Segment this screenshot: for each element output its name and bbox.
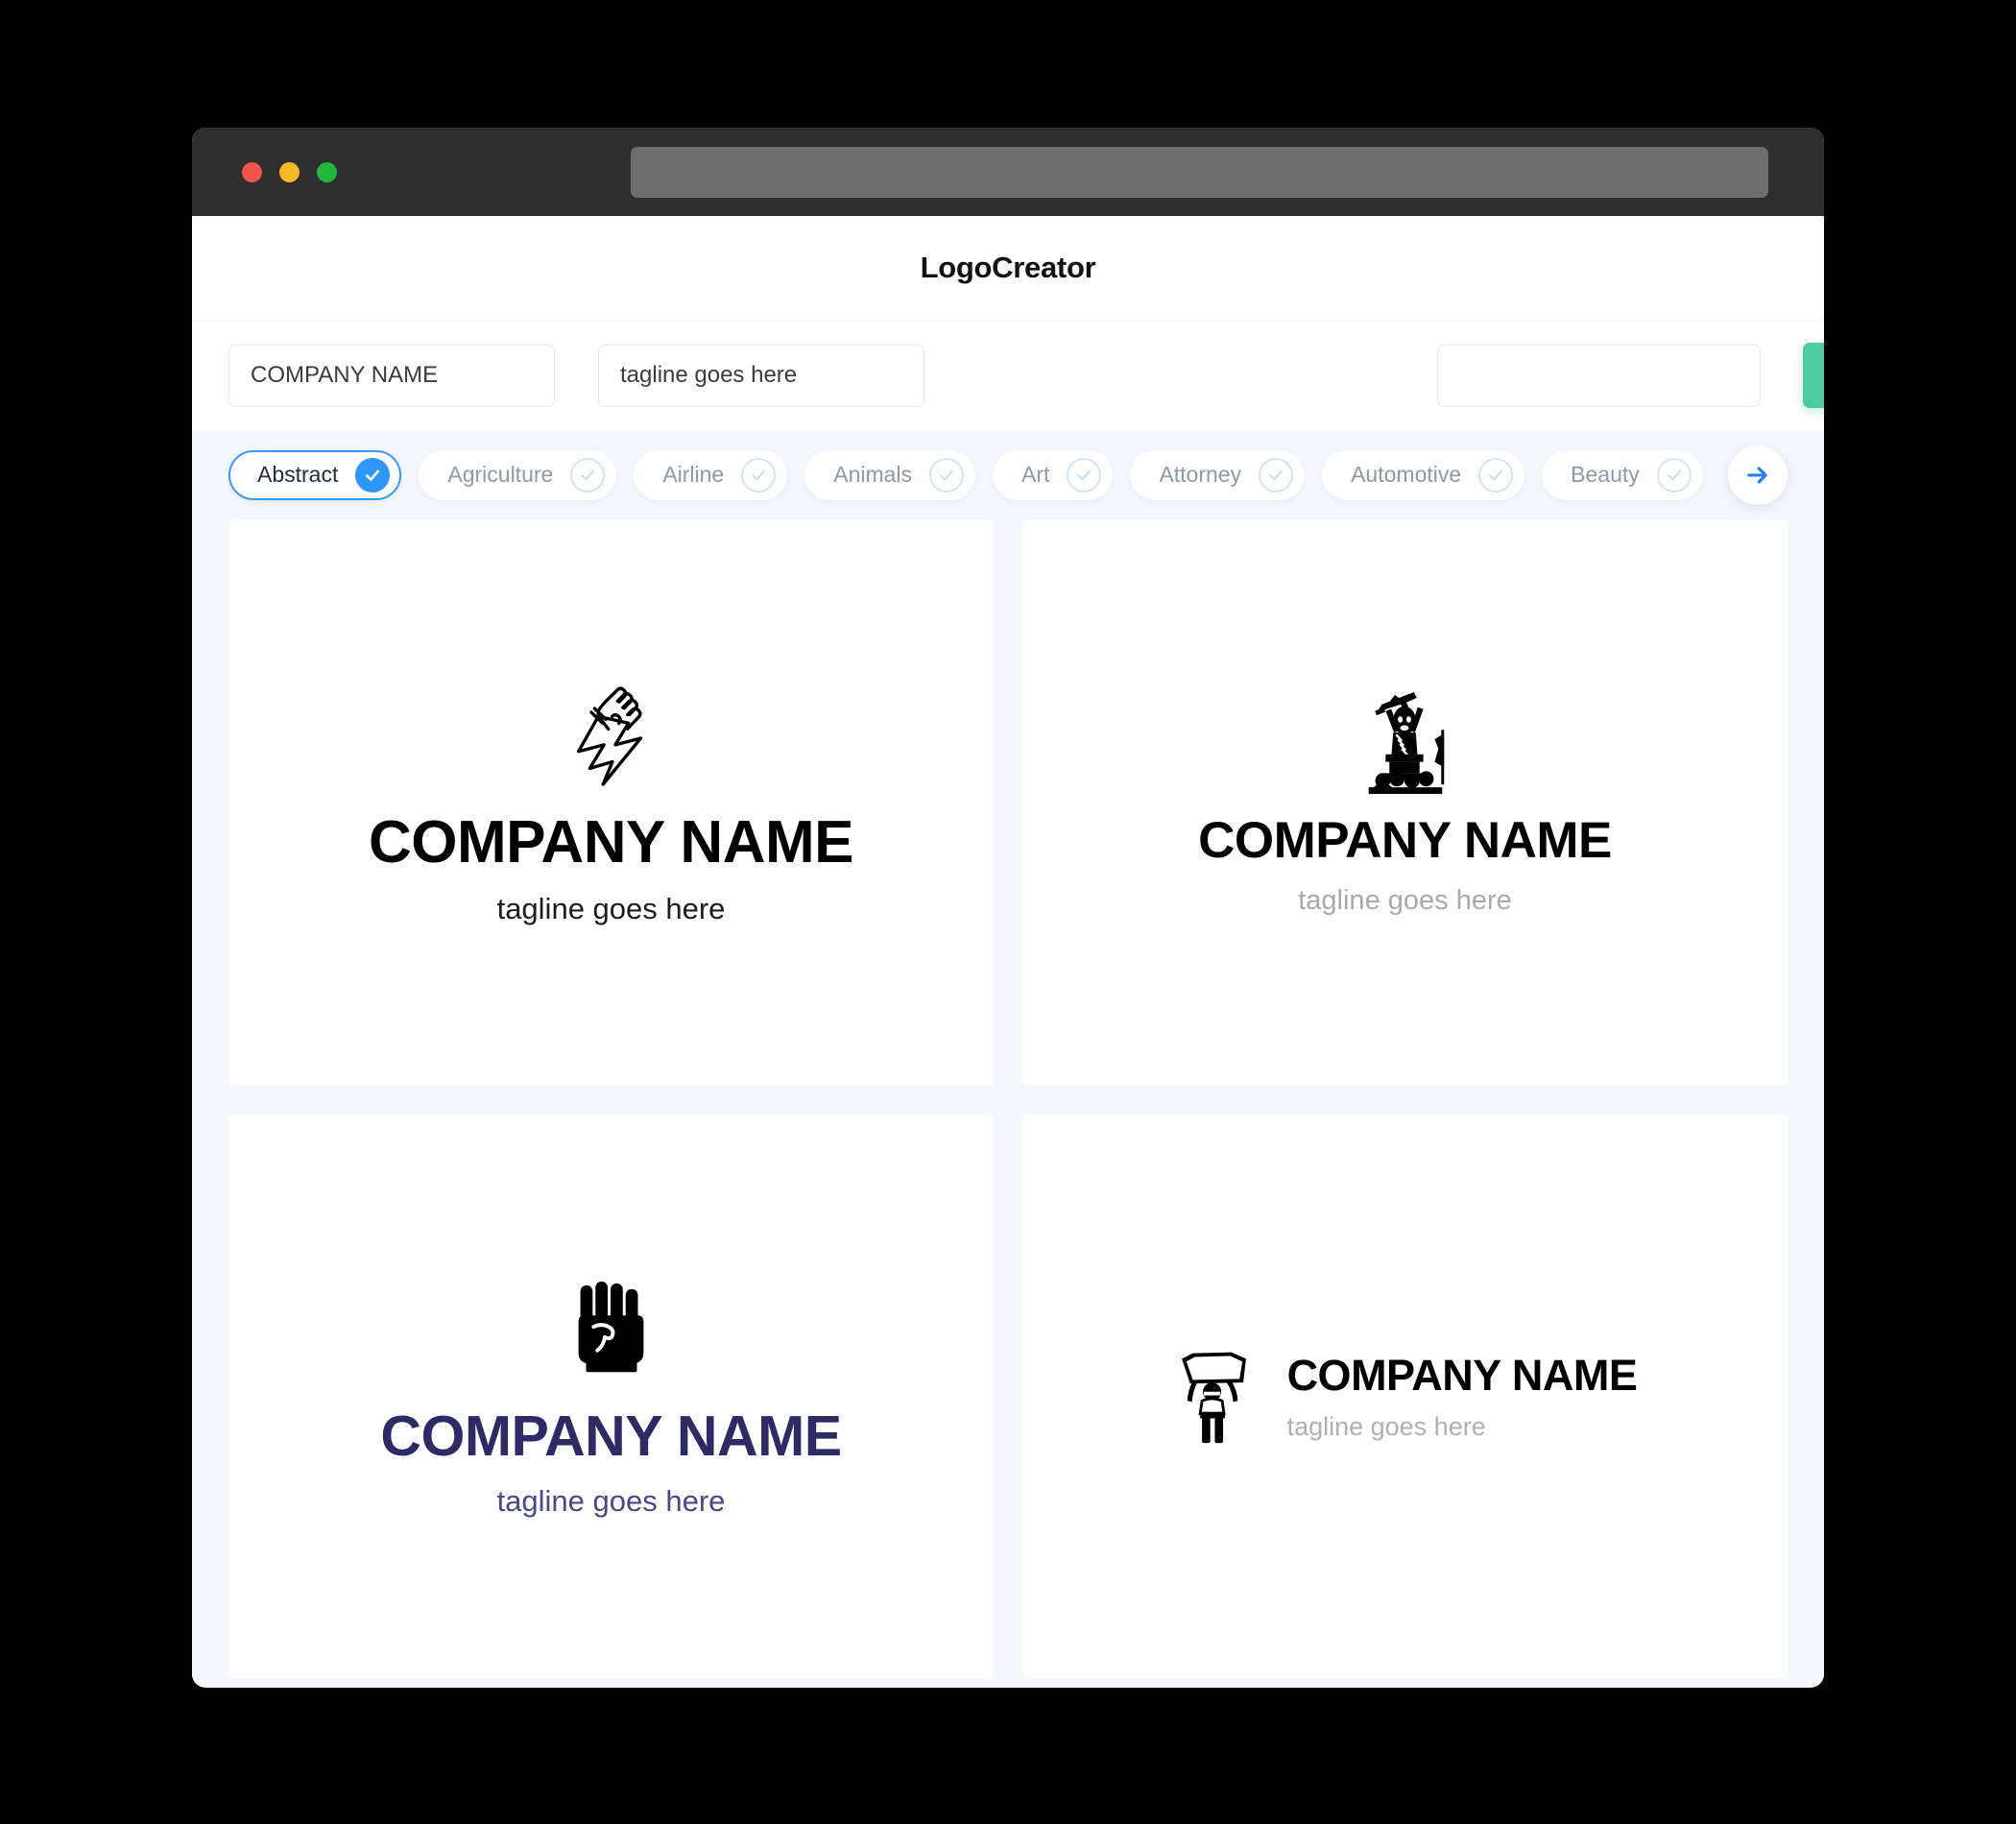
category-filter-bar: Abstract Agriculture Airline Animals Art Atto… xyxy=(192,430,1824,519)
category-chip-beauty[interactable]: Beauty xyxy=(1542,449,1703,500)
check-icon xyxy=(1478,457,1514,492)
browser-url-bar[interactable] xyxy=(631,147,1768,198)
category-chip-label: Animals xyxy=(833,462,913,487)
logo-tagline: tagline goes here xyxy=(496,1483,726,1518)
check-icon xyxy=(1067,457,1102,492)
category-chip-label: Automotive xyxy=(1351,462,1462,487)
category-chip-label: Abstract xyxy=(257,462,339,487)
logo-result-card[interactable]: COMPANY NAME tagline goes here xyxy=(1022,1115,1788,1678)
check-icon xyxy=(929,457,965,492)
check-icon xyxy=(355,457,391,492)
search-toolbar: SEARCH xyxy=(192,320,1824,430)
search-button[interactable]: SEARCH xyxy=(1803,343,1824,408)
window-titlebar xyxy=(192,128,1824,216)
categories-next-button[interactable] xyxy=(1728,444,1788,505)
logo-company-name: COMPANY NAME xyxy=(1286,1350,1638,1400)
category-chip-label: Beauty xyxy=(1571,462,1640,487)
category-chip-agriculture[interactable]: Agriculture xyxy=(419,449,617,500)
minimize-window-button[interactable] xyxy=(279,161,300,182)
browser-window: LogoCreator SEARCH Abstract Agriculture Ai… xyxy=(192,128,1824,1688)
category-chip-label: Art xyxy=(1021,462,1050,487)
company-name-input[interactable] xyxy=(228,344,555,407)
logo-company-name: COMPANY NAME xyxy=(1198,812,1612,869)
fist-lightning-bolt-icon xyxy=(576,686,642,786)
page-title: LogoCreator xyxy=(920,251,1096,284)
check-icon xyxy=(1259,457,1294,492)
raised-fist-icon xyxy=(579,1281,644,1372)
category-chip-label: Attorney xyxy=(1159,462,1242,487)
category-chip-animals[interactable]: Animals xyxy=(804,449,976,500)
logo-tagline: tagline goes here xyxy=(1286,1411,1486,1441)
logo-results-grid: COMPANY NAME tagline goes here COMPANY N… xyxy=(192,519,1824,1678)
category-chip-abstract[interactable]: Abstract xyxy=(228,449,402,500)
category-chip-airline[interactable]: Airline xyxy=(634,449,788,500)
category-chip-art[interactable]: Art xyxy=(993,449,1114,500)
check-icon xyxy=(741,457,777,492)
arrow-right-icon xyxy=(1747,466,1767,484)
category-chip-label: Agriculture xyxy=(447,462,554,487)
protester-with-rifle-on-podium-icon xyxy=(1369,691,1445,794)
check-icon xyxy=(1656,457,1692,492)
app-header: LogoCreator xyxy=(192,216,1824,320)
logo-tagline: tagline goes here xyxy=(1298,885,1512,916)
logo-result-card[interactable]: COMPANY NAME tagline goes here xyxy=(228,519,994,1086)
tagline-input[interactable] xyxy=(598,344,924,407)
logo-result-card[interactable]: COMPANY NAME tagline goes here xyxy=(1022,519,1788,1086)
category-chip-list: Abstract Agriculture Airline Animals Art Atto… xyxy=(228,449,1720,500)
traffic-light-buttons xyxy=(242,161,337,182)
logo-result-card[interactable]: COMPANY NAME tagline goes here xyxy=(228,1115,994,1678)
keyword-input[interactable] xyxy=(1437,344,1761,407)
maximize-window-button[interactable] xyxy=(317,161,337,182)
logo-tagline: tagline goes here xyxy=(496,891,726,925)
category-chip-attorney[interactable]: Attorney xyxy=(1130,449,1306,500)
close-window-button[interactable] xyxy=(242,161,262,182)
logo-company-name: COMPANY NAME xyxy=(380,1404,842,1468)
category-chip-label: Airline xyxy=(662,462,725,487)
category-chip-automotive[interactable]: Automotive xyxy=(1322,449,1525,500)
logo-company-name: COMPANY NAME xyxy=(369,808,853,876)
protester-holding-sign-icon xyxy=(1181,1352,1246,1444)
check-icon xyxy=(570,457,606,492)
